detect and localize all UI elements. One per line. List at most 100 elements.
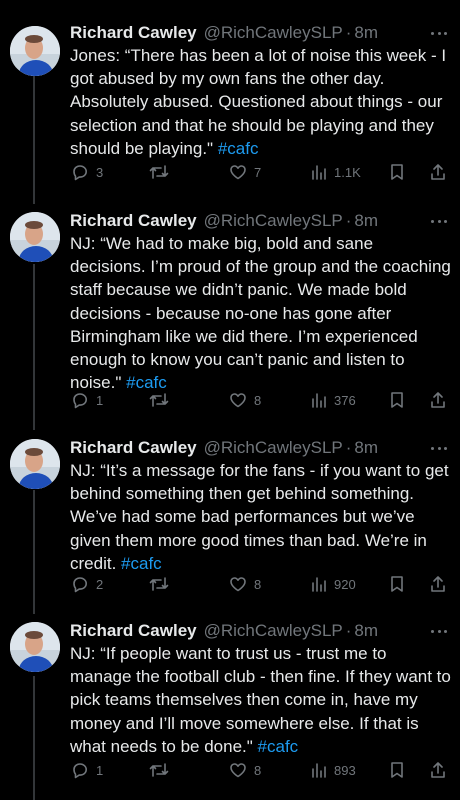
author-handle[interactable]: @RichCawleySLP — [204, 621, 343, 641]
hashtag-link[interactable]: #cafc — [218, 139, 259, 158]
like-icon — [230, 577, 246, 592]
retweet-icon — [149, 577, 169, 591]
avatar[interactable] — [10, 26, 60, 76]
separator-dot: · — [345, 23, 352, 42]
tweet-header: Richard Cawley @RichCawleySLP · 8m — [70, 435, 448, 461]
like-button[interactable]: 7 — [228, 161, 261, 183]
reply-button[interactable]: 3 — [70, 161, 103, 183]
author-handle[interactable]: @RichCawleySLP — [204, 211, 343, 231]
views-count: 920 — [334, 576, 356, 592]
bookmark-icon — [391, 576, 403, 592]
like-count: 8 — [254, 576, 262, 592]
like-count: 7 — [254, 164, 262, 180]
author-handle[interactable]: @RichCawleySLP — [204, 23, 343, 43]
views-icon — [312, 393, 326, 408]
author-name[interactable]: Richard Cawley — [70, 438, 197, 458]
reply-icon — [73, 763, 87, 779]
tweet-text: NJ: “It’s a message for the fans - if yo… — [70, 459, 452, 575]
thread-timeline: Richard Cawley @RichCawleySLP · 8m Jones… — [0, 0, 460, 800]
reply-button[interactable]: 1 — [70, 759, 103, 781]
like-button[interactable]: 8 — [228, 573, 261, 595]
avatar[interactable] — [10, 439, 60, 489]
separator-dot: · — [345, 621, 352, 640]
avatar[interactable] — [10, 622, 60, 672]
views-icon — [312, 763, 326, 778]
views-button[interactable]: 1.1K — [310, 161, 361, 183]
more-icon[interactable] — [430, 439, 448, 457]
author-handle[interactable]: @RichCawleySLP — [204, 438, 343, 458]
views-count: 376 — [334, 392, 356, 408]
bookmark-icon — [391, 392, 403, 408]
action-bar: 1 8 893 — [70, 759, 450, 781]
tweet-header: Richard Cawley @RichCawleySLP · 8m — [70, 208, 448, 234]
more-icon[interactable] — [430, 212, 448, 230]
more-icon[interactable] — [430, 24, 448, 42]
tweet[interactable]: Richard Cawley @RichCawleySLP · 8m NJ: “… — [0, 435, 460, 600]
views-count: 893 — [334, 762, 356, 778]
tweet-text: NJ: “If people want to trust us - trust … — [70, 642, 452, 758]
timestamp[interactable]: 8m — [354, 211, 378, 231]
reply-button[interactable]: 2 — [70, 573, 103, 595]
bookmark-button[interactable] — [388, 389, 406, 411]
timestamp[interactable]: 8m — [354, 621, 378, 641]
retweet-button[interactable] — [148, 573, 170, 595]
share-button[interactable] — [428, 759, 448, 781]
retweet-icon — [149, 763, 169, 777]
bookmark-icon — [391, 762, 403, 778]
reply-count: 1 — [96, 762, 104, 778]
separator-dot: · — [345, 211, 352, 230]
retweet-button[interactable] — [148, 759, 170, 781]
tweet-header: Richard Cawley @RichCawleySLP · 8m — [70, 618, 448, 644]
reply-count: 3 — [96, 164, 104, 180]
reply-count: 2 — [96, 576, 104, 592]
bookmark-button[interactable] — [388, 759, 406, 781]
views-button[interactable]: 920 — [310, 573, 356, 595]
share-icon — [431, 164, 445, 180]
hashtag-link[interactable]: #cafc — [258, 737, 299, 756]
like-button[interactable]: 8 — [228, 389, 261, 411]
views-count: 1.1K — [334, 164, 361, 180]
timestamp[interactable]: 8m — [354, 438, 378, 458]
share-icon — [431, 762, 445, 778]
retweet-button[interactable] — [148, 389, 170, 411]
action-bar: 1 8 376 — [70, 389, 450, 411]
bookmark-button[interactable] — [388, 573, 406, 595]
hashtag-link[interactable]: #cafc — [121, 554, 162, 573]
more-icon[interactable] — [430, 622, 448, 640]
bookmark-icon — [391, 164, 403, 180]
views-icon — [312, 577, 326, 592]
tweet-body: NJ: “We had to make big, bold and sane d… — [70, 234, 451, 393]
like-button[interactable]: 8 — [228, 759, 261, 781]
like-count: 8 — [254, 762, 262, 778]
share-button[interactable] — [428, 389, 448, 411]
reply-count: 1 — [96, 392, 104, 408]
views-button[interactable]: 893 — [310, 759, 356, 781]
reply-icon — [73, 577, 87, 593]
share-icon — [431, 576, 445, 592]
like-icon — [230, 393, 246, 408]
separator-dot: · — [345, 438, 352, 457]
retweet-icon — [149, 393, 169, 407]
author-name[interactable]: Richard Cawley — [70, 621, 197, 641]
reply-icon — [73, 393, 87, 409]
share-button[interactable] — [428, 573, 448, 595]
tweet[interactable]: Richard Cawley @RichCawleySLP · 8m Jones… — [0, 20, 460, 190]
retweet-icon — [149, 165, 169, 179]
action-bar: 3 7 1.1K — [70, 161, 450, 183]
tweet-header: Richard Cawley @RichCawleySLP · 8m — [70, 20, 448, 46]
share-button[interactable] — [428, 161, 448, 183]
like-icon — [230, 165, 246, 180]
timestamp[interactable]: 8m — [354, 23, 378, 43]
views-button[interactable]: 376 — [310, 389, 356, 411]
author-name[interactable]: Richard Cawley — [70, 211, 197, 231]
reply-button[interactable]: 1 — [70, 389, 103, 411]
avatar[interactable] — [10, 212, 60, 262]
bookmark-button[interactable] — [388, 161, 406, 183]
tweet[interactable]: Richard Cawley @RichCawleySLP · 8m NJ: “… — [0, 208, 460, 414]
tweet[interactable]: Richard Cawley @RichCawleySLP · 8m NJ: “… — [0, 618, 460, 788]
retweet-button[interactable] — [148, 161, 170, 183]
share-icon — [431, 392, 445, 408]
reply-icon — [73, 165, 87, 181]
author-name[interactable]: Richard Cawley — [70, 23, 197, 43]
tweet-text: Jones: “There has been a lot of noise th… — [70, 44, 452, 160]
